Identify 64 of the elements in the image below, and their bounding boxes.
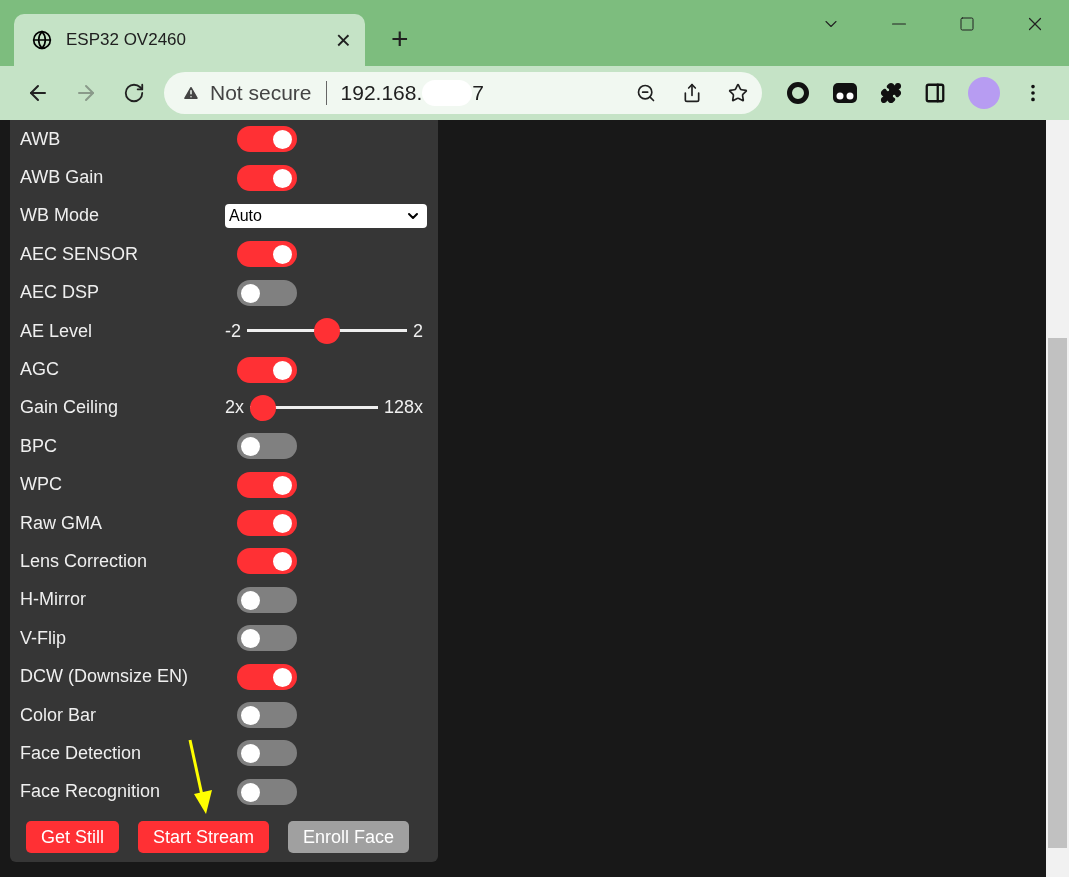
toggle-switch[interactable]: [237, 510, 297, 537]
warning-icon: [182, 84, 200, 102]
side-panel-icon[interactable]: [924, 82, 946, 104]
setting-label: AGC: [20, 359, 60, 381]
new-tab-button[interactable]: +: [391, 24, 409, 54]
toggle-switch[interactable]: [237, 279, 297, 306]
toggle-switch[interactable]: [237, 586, 297, 613]
address-text: 7: [472, 81, 484, 105]
setting-label: AE Level: [20, 320, 94, 342]
slider-thumb[interactable]: [250, 394, 276, 421]
slider-max-label: 2: [413, 320, 423, 342]
setting-label: WPC: [20, 474, 63, 496]
dropdown-select[interactable]: Auto: [225, 203, 427, 228]
setting-label: AEC SENSOR: [20, 243, 140, 265]
setting-label: Raw GMA: [20, 512, 103, 534]
slider-max-label: 128x: [383, 397, 423, 419]
setting-label: Face Detection: [20, 742, 143, 764]
toggle-switch[interactable]: [237, 625, 297, 652]
setting-label: AWB: [20, 128, 62, 150]
close-tab-button[interactable]: ×: [335, 27, 351, 53]
setting-label: WB Mode: [20, 205, 101, 227]
toggle-switch[interactable]: [237, 663, 297, 690]
star-icon[interactable]: [728, 83, 748, 103]
slider-thumb[interactable]: [314, 318, 340, 345]
setting-label: AWB Gain: [20, 167, 105, 189]
slider-min-label: 2x: [225, 397, 244, 419]
toggle-switch[interactable]: [237, 778, 297, 805]
setting-label: AEC DSP: [20, 282, 101, 304]
slider-min-label: -2: [225, 320, 241, 342]
setting-label: V-Flip: [20, 627, 67, 649]
address-text: 192.168.: [340, 81, 423, 105]
toggle-switch[interactable]: [237, 126, 297, 153]
tab-title: ESP32 OV2460: [66, 30, 188, 50]
ring-icon[interactable]: [786, 81, 810, 105]
toggle-switch[interactable]: [237, 433, 297, 460]
toggle-switch[interactable]: [237, 164, 297, 191]
setting-label: DCW (Downsize EN): [20, 666, 189, 688]
toggle-switch[interactable]: [237, 356, 297, 383]
toggle-switch[interactable]: [237, 241, 297, 268]
toggle-switch[interactable]: [237, 702, 297, 729]
slider-track[interactable]: [247, 318, 407, 345]
setting-label: Gain Ceiling: [20, 397, 120, 419]
browser-tab[interactable]: ESP32 OV2460 ×: [14, 14, 365, 66]
setting-label: BPC: [20, 435, 58, 457]
address-bar[interactable]: Not secure 192.168. 7: [164, 72, 762, 114]
setting-label: Lens Correction: [20, 551, 149, 572]
setting-label: Color Bar: [20, 704, 98, 726]
puzzle-icon[interactable]: [880, 82, 902, 104]
extension-icon[interactable]: [832, 81, 858, 105]
globe-icon: [32, 30, 52, 50]
setting-label: H-Mirror: [20, 589, 87, 611]
action-button[interactable]: Get Still: [26, 821, 120, 854]
share-icon[interactable]: [682, 83, 702, 103]
reload-icon[interactable]: [123, 82, 145, 104]
security-label: Not secure: [210, 81, 312, 105]
toggle-switch[interactable]: [237, 548, 297, 575]
action-button[interactable]: Start Stream: [138, 821, 270, 854]
scrollbar[interactable]: [1046, 120, 1069, 877]
maximize-icon[interactable]: [959, 16, 975, 32]
toggle-switch[interactable]: [237, 740, 297, 767]
toggle-switch[interactable]: [237, 471, 297, 498]
setting-label: Face Recognition: [20, 781, 162, 803]
zoom-out-icon[interactable]: [636, 83, 656, 103]
slider-track[interactable]: [250, 394, 378, 421]
